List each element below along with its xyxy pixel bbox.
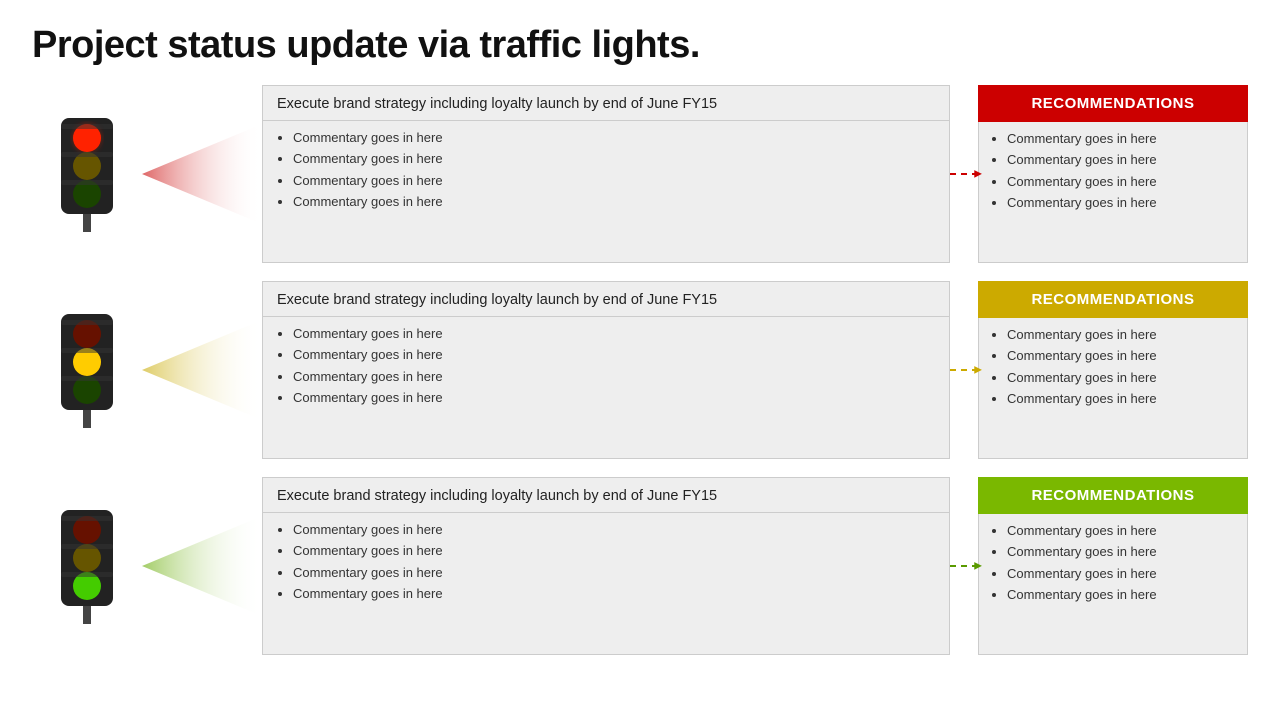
content-bullets-green: Commentary goes in hereCommentary goes i…: [263, 513, 949, 611]
list-item: Commentary goes in here: [293, 366, 935, 387]
list-item: Commentary goes in here: [1007, 541, 1237, 562]
arrow-green: [950, 477, 978, 655]
list-item: Commentary goes in here: [293, 148, 935, 169]
rec-box-yellow: RECOMMENDATIONSCommentary goes in hereCo…: [978, 281, 1248, 459]
arrow-yellow: [950, 281, 978, 459]
rec-box-red: RECOMMENDATIONSCommentary goes in hereCo…: [978, 85, 1248, 263]
list-item: Commentary goes in here: [1007, 192, 1237, 213]
beam-red: [142, 85, 262, 263]
traffic-row-green: Execute brand strategy including loyalty…: [32, 477, 1248, 655]
traffic-row-red: Execute brand strategy including loyalty…: [32, 85, 1248, 263]
rows-container: Execute brand strategy including loyalty…: [32, 85, 1248, 655]
list-item: Commentary goes in here: [293, 387, 935, 408]
content-box-red: Execute brand strategy including loyalty…: [262, 85, 950, 263]
traffic-row-yellow: Execute brand strategy including loyalty…: [32, 281, 1248, 459]
list-item: Commentary goes in here: [1007, 149, 1237, 170]
list-item: Commentary goes in here: [293, 562, 935, 583]
content-bullets-yellow: Commentary goes in hereCommentary goes i…: [263, 317, 949, 415]
content-title-red: Execute brand strategy including loyalty…: [263, 86, 949, 121]
content-box-green: Execute brand strategy including loyalty…: [262, 477, 950, 655]
list-item: Commentary goes in here: [1007, 324, 1237, 345]
list-item: Commentary goes in here: [1007, 520, 1237, 541]
rec-bullets-red: Commentary goes in hereCommentary goes i…: [978, 122, 1248, 263]
rec-title-red: RECOMMENDATIONS: [978, 85, 1248, 122]
list-item: Commentary goes in here: [293, 127, 935, 148]
content-box-yellow: Execute brand strategy including loyalty…: [262, 281, 950, 459]
list-item: Commentary goes in here: [1007, 388, 1237, 409]
list-item: Commentary goes in here: [1007, 345, 1237, 366]
rec-title-green: RECOMMENDATIONS: [978, 477, 1248, 514]
list-item: Commentary goes in here: [1007, 128, 1237, 149]
content-title-green: Execute brand strategy including loyalty…: [263, 478, 949, 513]
list-item: Commentary goes in here: [293, 519, 935, 540]
list-item: Commentary goes in here: [293, 323, 935, 344]
rec-bullets-green: Commentary goes in hereCommentary goes i…: [978, 514, 1248, 655]
list-item: Commentary goes in here: [293, 583, 935, 604]
beam-green: [142, 477, 262, 655]
rec-title-yellow: RECOMMENDATIONS: [978, 281, 1248, 318]
content-title-yellow: Execute brand strategy including loyalty…: [263, 282, 949, 317]
list-item: Commentary goes in here: [293, 344, 935, 365]
beam-yellow: [142, 281, 262, 459]
list-item: Commentary goes in here: [1007, 171, 1237, 192]
content-bullets-red: Commentary goes in hereCommentary goes i…: [263, 121, 949, 219]
rec-bullets-yellow: Commentary goes in hereCommentary goes i…: [978, 318, 1248, 459]
list-item: Commentary goes in here: [293, 170, 935, 191]
list-item: Commentary goes in here: [1007, 367, 1237, 388]
traffic-light-yellow: [32, 281, 142, 459]
page-title: Project status update via traffic lights…: [32, 24, 1248, 67]
traffic-light-green: [32, 477, 142, 655]
rec-box-green: RECOMMENDATIONSCommentary goes in hereCo…: [978, 477, 1248, 655]
list-item: Commentary goes in here: [293, 540, 935, 561]
traffic-light-red: [32, 85, 142, 263]
list-item: Commentary goes in here: [293, 191, 935, 212]
list-item: Commentary goes in here: [1007, 563, 1237, 584]
arrow-red: [950, 85, 978, 263]
list-item: Commentary goes in here: [1007, 584, 1237, 605]
